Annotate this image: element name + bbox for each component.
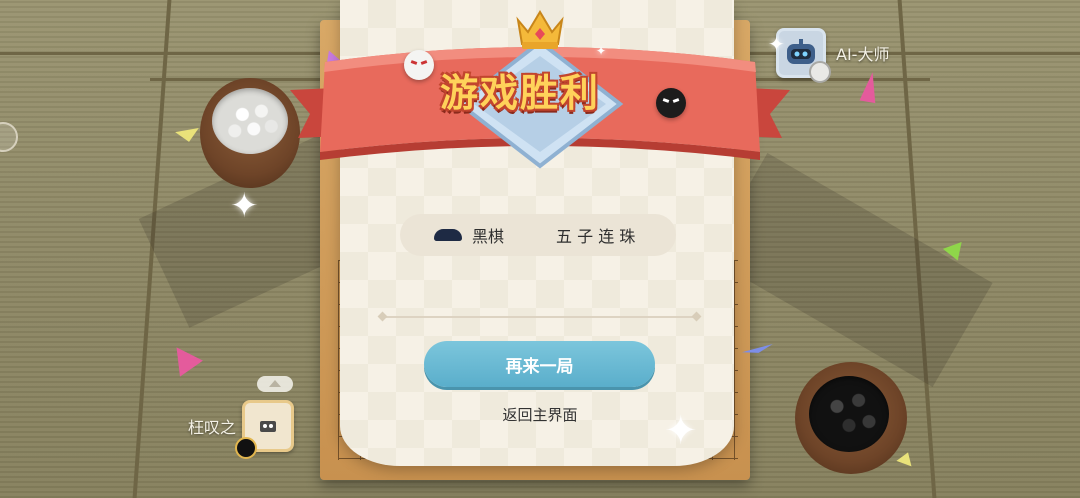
side-menu-handle[interactable] <box>0 122 18 152</box>
black-stones <box>809 376 889 452</box>
self-name: 枉叹之 <box>188 418 237 437</box>
confetti <box>942 242 968 264</box>
confetti <box>896 449 916 467</box>
self-stone-indicator <box>235 437 258 459</box>
self-player: 枉叹之 <box>188 400 295 459</box>
white-stones <box>212 88 288 154</box>
match-info-pill: 黑棋 五 子 连 珠 <box>400 214 676 256</box>
black-stone-bowl <box>795 362 907 474</box>
stone-color-label: 黑棋 <box>472 227 505 246</box>
divider <box>382 316 700 318</box>
black-stone-icon <box>434 229 462 241</box>
sparkle-icon: ✦ <box>768 32 785 56</box>
confetti <box>175 128 201 144</box>
user-avatar-icon <box>260 421 277 432</box>
opponent-name: AI-大师 <box>836 45 890 64</box>
chat-bubble-button[interactable] <box>257 376 293 392</box>
black-stone-mascot-icon <box>656 88 686 118</box>
sparkle-icon: ✦ <box>664 408 698 454</box>
sparkle-icon: ✦ <box>230 186 259 226</box>
return-home-link[interactable]: 返回主界面 <box>470 404 610 426</box>
victory-title: 游戏胜利 <box>440 71 601 115</box>
caret-up-icon <box>269 380 281 387</box>
self-avatar[interactable] <box>235 400 295 459</box>
white-stone-mascot-icon <box>404 50 434 80</box>
crown-icon <box>516 10 564 49</box>
confetti <box>165 339 203 377</box>
play-again-button[interactable]: 再来一局 <box>424 341 655 387</box>
sparkle-icon: ✦ <box>596 44 607 58</box>
game-scene: AI-大师 枉叹之 游戏胜利 黑棋 五 子 连 珠 再来一局 返回主界面 ✦ ✦… <box>0 0 1080 498</box>
game-mode-label: 五 子 连 珠 <box>556 227 636 246</box>
opponent-stone-indicator <box>809 61 831 83</box>
